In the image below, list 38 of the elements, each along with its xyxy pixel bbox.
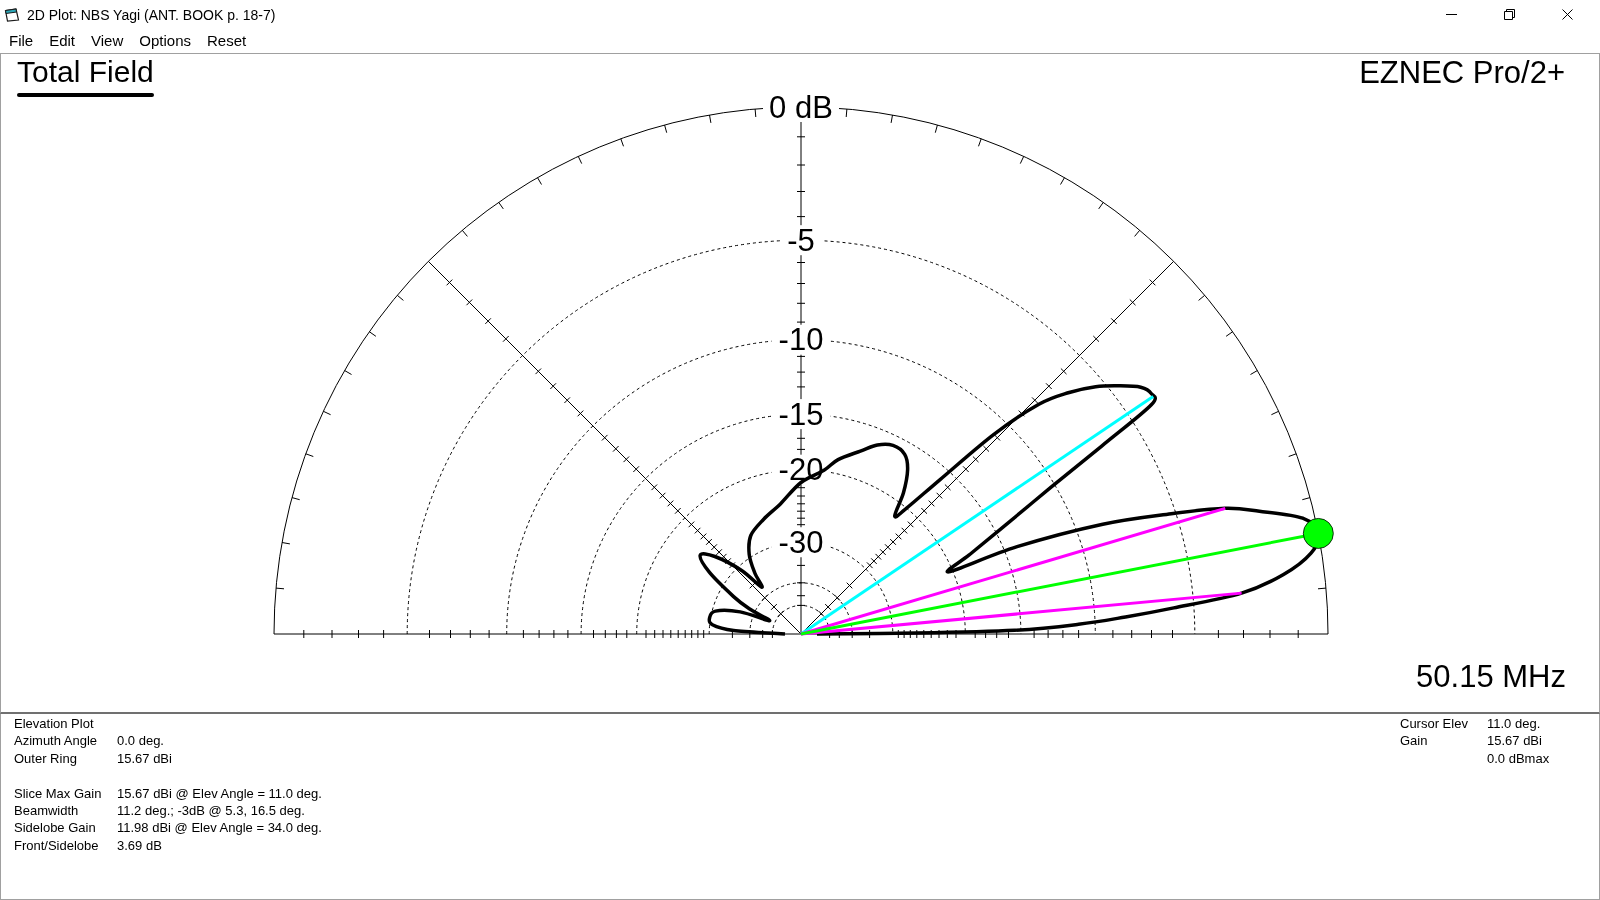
info-value: 11.0 deg. — [1487, 715, 1541, 733]
info-label: Beamwidth — [14, 802, 80, 820]
menu-item[interactable]: Options — [131, 31, 199, 51]
info-value: 0.0 dBmax — [1487, 749, 1550, 768]
menu-item[interactable]: Reset — [199, 31, 255, 51]
ring-label: -15 — [778, 396, 824, 432]
info-value: 15.67 dBi — [1487, 732, 1542, 750]
ring-label: -10 — [778, 322, 824, 358]
menu-item[interactable]: File — [1, 31, 42, 51]
window-icon — [4, 7, 20, 22]
menu-item[interactable]: View — [83, 31, 132, 51]
info-value: 3.69 dB — [117, 836, 162, 855]
close-icon — [1561, 9, 1573, 20]
info-value: 11.2 deg.; -3dB @ 5.3, 16.5 deg. — [117, 802, 305, 820]
info-value: 0.0 deg. — [117, 732, 164, 750]
info-label: Slice Max Gain — [14, 784, 103, 802]
window-title: 2D Plot: NBS Yagi (ANT. BOOK p. 18-7) — [27, 6, 276, 23]
info-value: 11.98 dBi @ Elev Angle = 34.0 deg. — [117, 819, 322, 837]
info-label: Azimuth Angle — [14, 732, 99, 750]
cursor-dot-icon[interactable] — [1302, 518, 1334, 549]
info-label: Front/Sidelobe — [14, 836, 100, 855]
program-label: EZNEC Pro/2+ — [1359, 55, 1565, 91]
ring-label: 0 dB — [769, 89, 833, 125]
info-value: 15.67 dBi @ Elev Angle = 11.0 deg. — [117, 784, 322, 802]
minimize-icon — [1445, 14, 1457, 15]
restore-icon — [1503, 9, 1515, 20]
legend-label: Total Field — [17, 55, 154, 89]
info-label: Sidelobe Gain — [14, 819, 97, 837]
menu-item[interactable]: Edit — [41, 31, 84, 51]
info-label: Gain — [1400, 732, 1429, 750]
ring-label: -30 — [778, 524, 824, 560]
frequency-label: 50.15 MHz — [1416, 659, 1566, 695]
info-heading: Elevation Plot — [14, 715, 95, 733]
info-label: Outer Ring — [14, 749, 78, 768]
info-label: Cursor Elev — [1400, 715, 1469, 733]
info-value: 15.67 dBi — [117, 749, 172, 768]
legend-line-icon — [17, 93, 154, 97]
ring-label: -5 — [787, 222, 815, 258]
